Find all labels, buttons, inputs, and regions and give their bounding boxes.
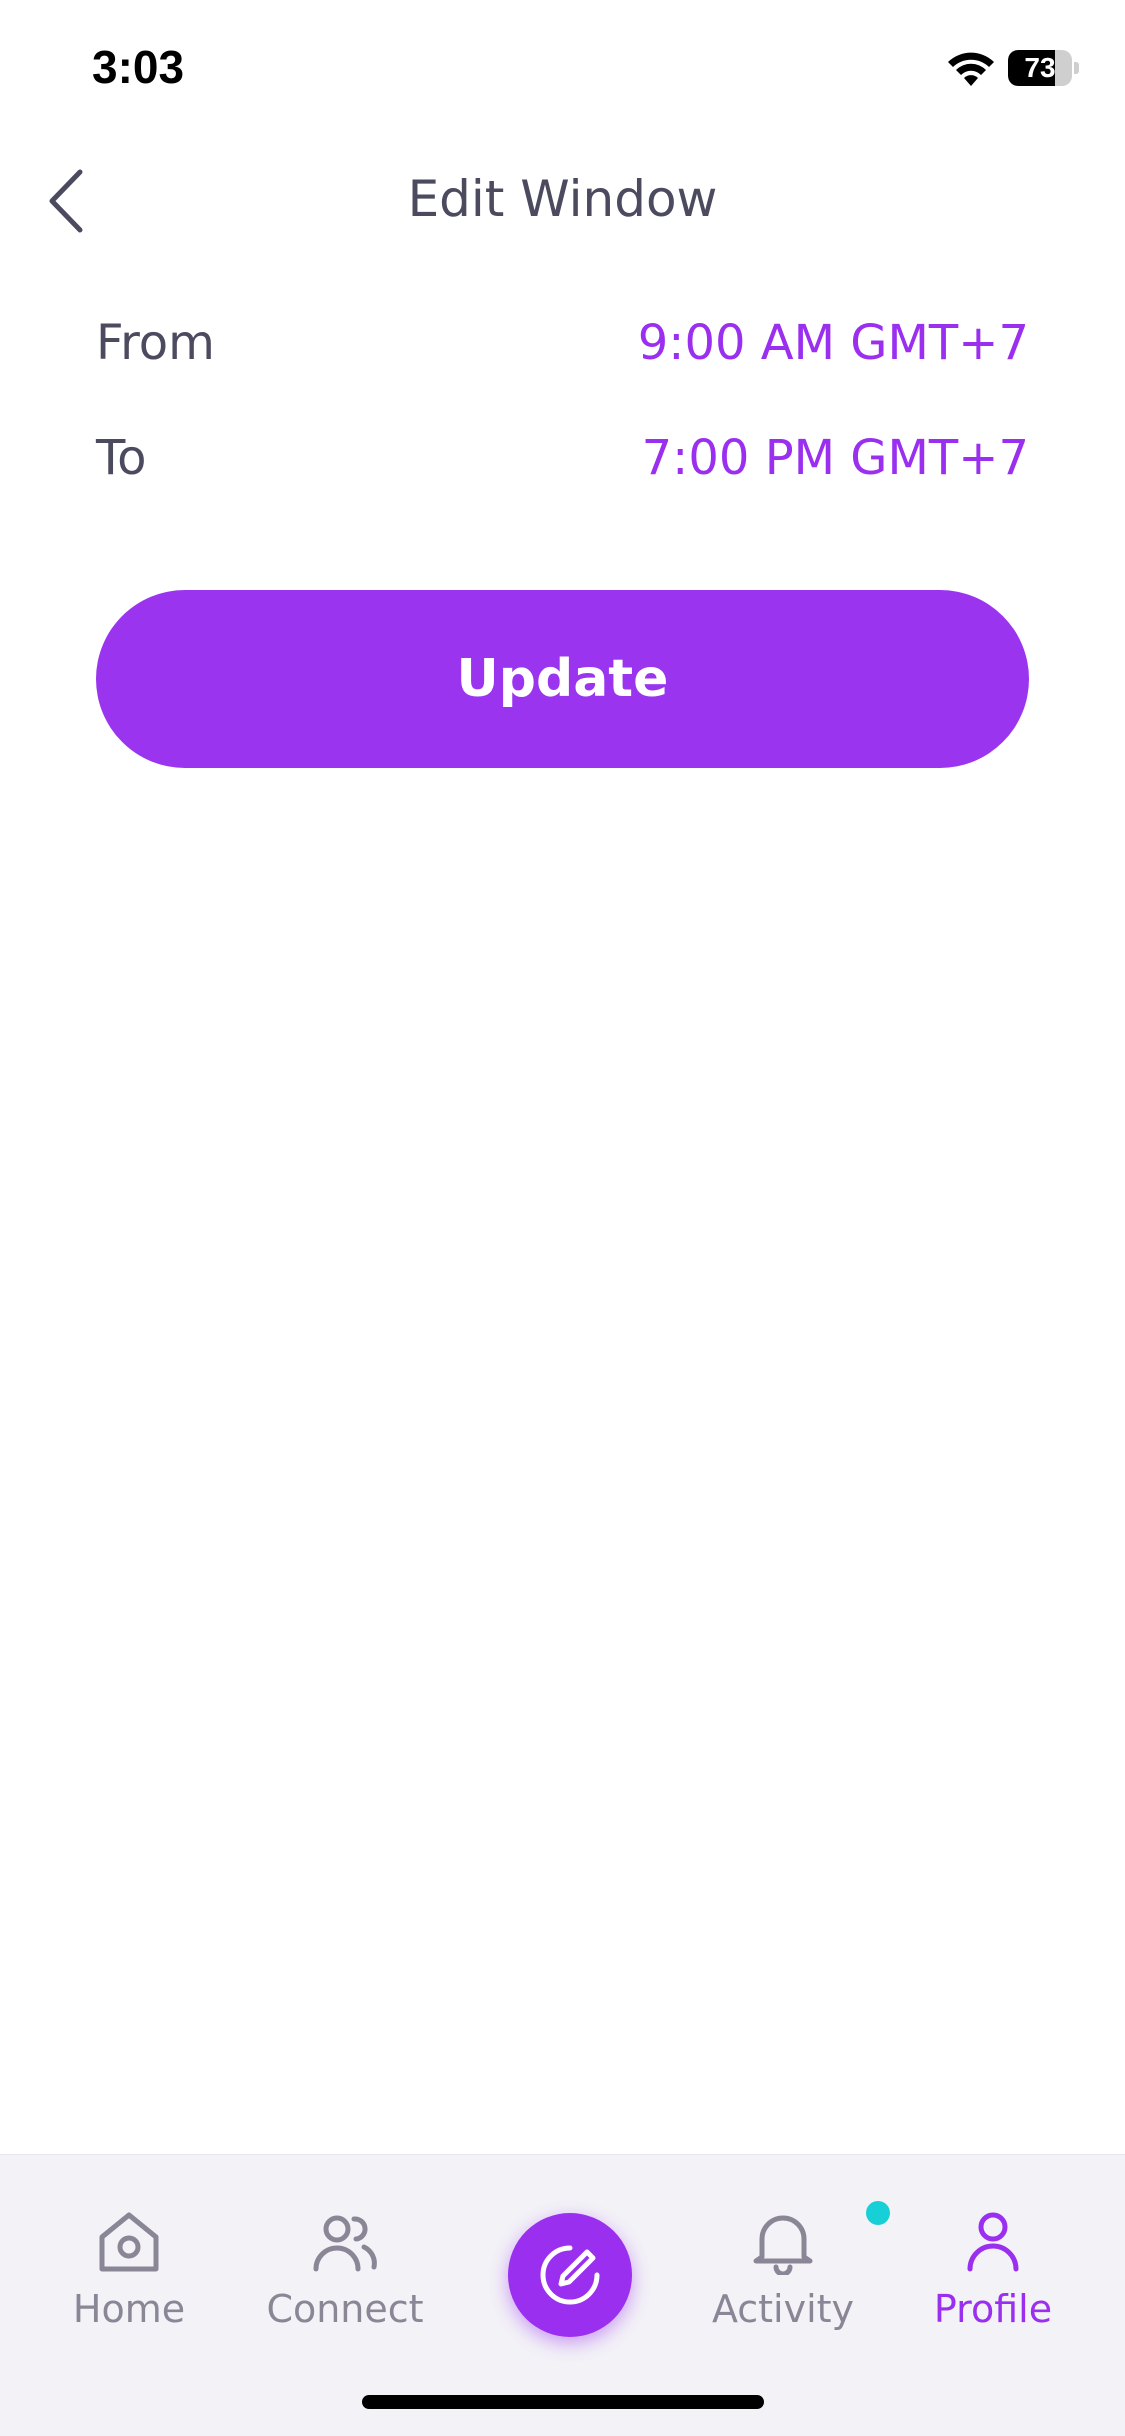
- tab-home[interactable]: Home: [34, 2209, 224, 2349]
- person-icon: [967, 2212, 1019, 2272]
- from-time-value[interactable]: 9:00 AM GMT+7: [638, 315, 1029, 371]
- notification-dot: [866, 2201, 890, 2225]
- bell-icon: [753, 2215, 813, 2275]
- tab-label-activity: Activity: [711, 2287, 855, 2331]
- from-row[interactable]: From 9:00 AM GMT+7: [96, 305, 1029, 385]
- from-label: From: [96, 315, 215, 371]
- to-label: To: [96, 430, 147, 486]
- tab-label-home: Home: [72, 2287, 186, 2331]
- tab-activity[interactable]: Activity: [688, 2201, 890, 2349]
- status-bar: 3:03 73: [0, 0, 1125, 140]
- battery-percent: 73: [1024, 52, 1056, 83]
- compose-button[interactable]: [508, 2213, 632, 2337]
- header: Edit Window: [0, 140, 1125, 260]
- to-time-value[interactable]: 7:00 PM GMT+7: [642, 430, 1029, 486]
- home-icon: [99, 2212, 159, 2272]
- home-indicator: [362, 2395, 764, 2409]
- status-time: 3:03: [92, 41, 185, 93]
- to-row[interactable]: To 7:00 PM GMT+7: [96, 420, 1029, 500]
- wifi-icon: [948, 52, 994, 86]
- update-button[interactable]: Update: [96, 590, 1029, 768]
- pencil-icon: [540, 2245, 600, 2305]
- battery-icon: 73: [1008, 50, 1079, 86]
- people-icon: [313, 2215, 377, 2272]
- tab-bar: Home Connect Activity Profile: [0, 2154, 1125, 2436]
- page-title: Edit Window: [407, 170, 718, 228]
- edit-window-screen: 3:03 73 Edit Window From 9:00 AM GMT+7 T…: [0, 0, 1125, 2436]
- tab-label-connect: Connect: [266, 2287, 424, 2331]
- tab-profile[interactable]: Profile: [898, 2209, 1088, 2349]
- tab-label-profile: Profile: [933, 2287, 1053, 2331]
- tab-connect[interactable]: Connect: [250, 2209, 440, 2349]
